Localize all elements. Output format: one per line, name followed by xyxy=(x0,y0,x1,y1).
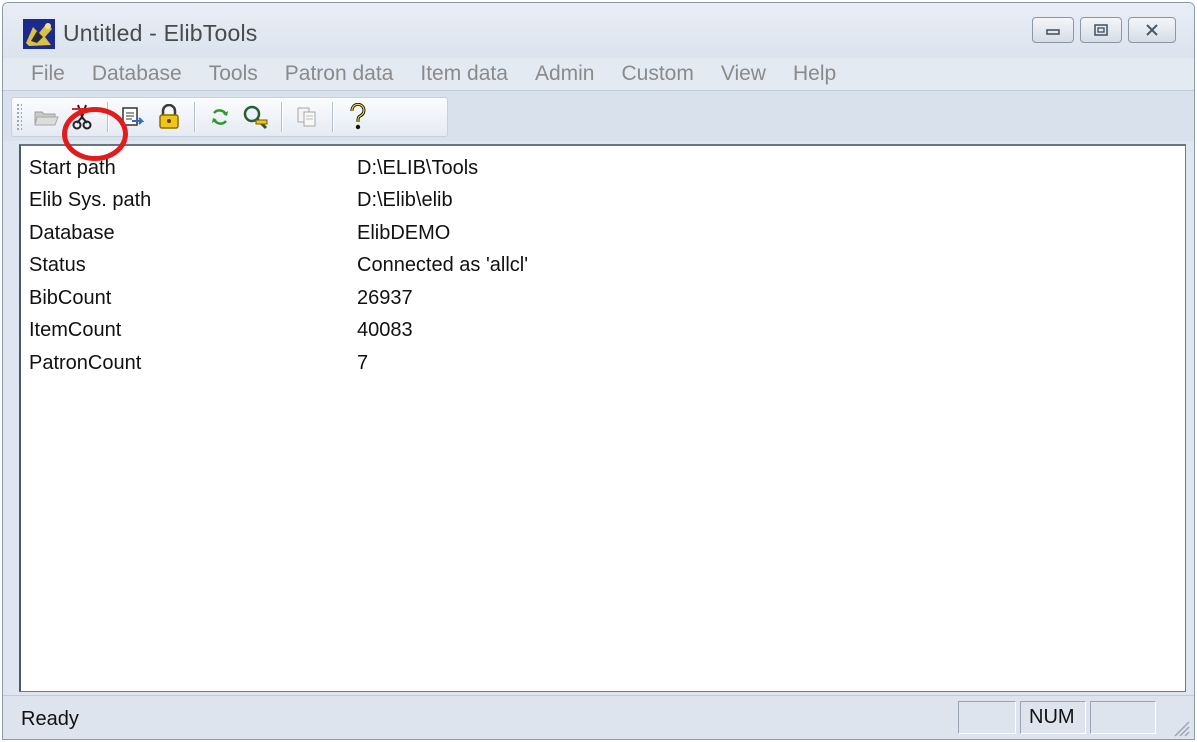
table-row: Database ElibDEMO xyxy=(29,217,528,250)
open-folder-icon xyxy=(34,111,59,126)
menu-bar: File Database Tools Patron data Item dat… xyxy=(3,58,1194,90)
toolbar-separator xyxy=(107,102,108,132)
window-title: Untitled - ElibTools xyxy=(63,20,258,46)
info-panel: Start path D:\ELIB\Tools Elib Sys. path … xyxy=(19,144,1186,692)
maximize-button[interactable] xyxy=(1080,17,1122,43)
menu-help[interactable]: Help xyxy=(793,62,836,86)
info-value-database: ElibDEMO xyxy=(357,221,451,244)
status-panel-1 xyxy=(958,701,1016,734)
toolbar xyxy=(11,97,448,137)
maximize-icon xyxy=(1094,24,1108,36)
elibtools-app-icon xyxy=(23,19,55,49)
info-key-patroncount: PatronCount xyxy=(29,351,142,374)
minimize-icon xyxy=(1046,29,1060,35)
table-row: PatronCount 7 xyxy=(29,347,528,380)
menu-view[interactable]: View xyxy=(721,62,766,86)
menu-custom[interactable]: Custom xyxy=(621,62,693,86)
help-icon xyxy=(350,103,366,130)
open-button[interactable] xyxy=(28,100,64,134)
info-key-database: Database xyxy=(29,221,115,244)
search-keys-icon xyxy=(243,105,268,130)
menu-admin[interactable]: Admin xyxy=(535,62,595,86)
info-value-status: Connected as 'allcl' xyxy=(357,254,529,277)
menu-file[interactable]: File xyxy=(31,62,65,86)
toolbar-row xyxy=(3,90,1194,141)
close-button[interactable] xyxy=(1128,17,1176,43)
menu-patron-data[interactable]: Patron data xyxy=(285,62,394,86)
disconnect-button[interactable] xyxy=(64,100,100,134)
export-button[interactable] xyxy=(115,100,151,134)
export-icon xyxy=(122,107,145,126)
status-text: Ready xyxy=(21,708,79,730)
copy-button[interactable] xyxy=(289,100,325,134)
menu-tools[interactable]: Tools xyxy=(209,62,258,86)
info-key-status: Status xyxy=(29,254,86,277)
refresh-button[interactable] xyxy=(202,100,238,134)
info-value-bibcount: 26937 xyxy=(357,286,413,309)
lock-icon xyxy=(159,104,179,129)
info-key-bibcount: BibCount xyxy=(29,286,112,309)
table-row: BibCount 26937 xyxy=(29,282,528,315)
info-value-patroncount: 7 xyxy=(357,351,369,374)
close-icon xyxy=(1146,24,1158,36)
copy-icon xyxy=(297,107,316,127)
app-window: Untitled - ElibTools File Database Tools… xyxy=(2,2,1195,740)
info-value-elib-sys-path: D:\Elib\elib xyxy=(357,189,453,212)
table-row: ItemCount 40083 xyxy=(29,315,528,348)
info-key-start-path: Start path xyxy=(29,156,116,179)
menu-item-data[interactable]: Item data xyxy=(420,62,508,86)
resize-grip-icon[interactable] xyxy=(1172,719,1190,737)
info-value-itemcount: 40083 xyxy=(357,319,413,342)
toolbar-separator xyxy=(332,102,333,132)
table-row: Elib Sys. path D:\Elib\elib xyxy=(29,185,528,218)
status-bar: Ready NUM xyxy=(3,695,1194,739)
disconnect-icon xyxy=(72,104,92,130)
help-button[interactable] xyxy=(340,100,376,134)
lock-button[interactable] xyxy=(151,100,187,134)
table-row: Start path D:\ELIB\Tools xyxy=(29,152,528,185)
table-row: Status Connected as 'allcl' xyxy=(29,250,528,283)
toolbar-separator xyxy=(194,102,195,132)
toolbar-grip[interactable] xyxy=(16,103,22,131)
minimize-button[interactable] xyxy=(1032,17,1074,43)
info-key-elib-sys-path: Elib Sys. path xyxy=(29,189,152,212)
status-panel-num: NUM xyxy=(1020,701,1086,734)
info-key-itemcount: ItemCount xyxy=(29,319,122,342)
info-table: Start path D:\ELIB\Tools Elib Sys. path … xyxy=(29,152,528,380)
refresh-icon xyxy=(212,109,228,125)
search-keys-button[interactable] xyxy=(238,100,274,134)
toolbar-separator xyxy=(281,102,282,132)
info-value-start-path: D:\ELIB\Tools xyxy=(357,156,479,179)
title-bar[interactable]: Untitled - ElibTools xyxy=(3,3,1194,58)
status-panel-3 xyxy=(1090,701,1156,734)
menu-database[interactable]: Database xyxy=(92,62,182,86)
